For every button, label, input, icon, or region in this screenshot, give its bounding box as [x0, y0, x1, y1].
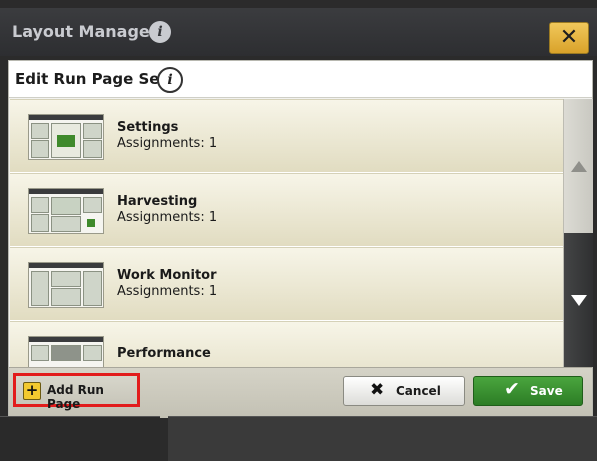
close-button[interactable]: ✕: [549, 22, 589, 54]
scroll-down-button[interactable]: [564, 233, 593, 367]
info-icon[interactable]: i: [157, 67, 183, 93]
run-page-thumbnail: [28, 262, 104, 308]
run-page-list: Settings Assignments: 1 Harvesting Assig…: [10, 99, 563, 367]
app-title: Layout Manager: [12, 22, 158, 41]
scroll-up-icon: [571, 161, 587, 172]
background-panel-right: [168, 416, 597, 461]
add-run-page-button[interactable]: + Add Run Page: [13, 373, 140, 411]
item-name: Performance: [117, 346, 211, 361]
list-item-work-monitor[interactable]: Work Monitor Assignments: 1: [10, 247, 563, 322]
list-item-settings[interactable]: Settings Assignments: 1: [10, 99, 563, 174]
item-name: Harvesting: [117, 194, 198, 209]
edit-run-page-set-dialog: Edit Run Page Set i Settings Assignments…: [8, 60, 593, 418]
add-run-page-label: Add Run Page: [47, 383, 104, 411]
top-bar: Layout Manager i ✕: [0, 8, 597, 56]
scroll-down-icon: [571, 295, 587, 306]
save-button[interactable]: ✔ Save: [473, 376, 583, 406]
run-page-thumbnail: [28, 336, 104, 367]
dialog-title: Edit Run Page Set: [15, 70, 167, 88]
list-item-harvesting[interactable]: Harvesting Assignments: 1: [10, 173, 563, 248]
scrollbar[interactable]: [563, 99, 593, 367]
cancel-button[interactable]: ✖ Cancel: [343, 376, 465, 406]
run-page-thumbnail: [28, 188, 104, 234]
item-name: Settings: [117, 120, 179, 135]
check-icon: ✔: [504, 378, 520, 400]
run-page-thumbnail: [28, 114, 104, 160]
plus-icon: +: [23, 382, 41, 400]
save-label: Save: [530, 384, 563, 398]
cancel-x-icon: ✖: [370, 380, 385, 400]
dialog-header: Edit Run Page Set i: [9, 61, 592, 98]
list-item-performance[interactable]: Performance: [10, 321, 563, 367]
item-assignments: Assignments: 1: [117, 210, 218, 225]
scroll-up-button[interactable]: [564, 99, 593, 233]
dialog-footer: + Add Run Page ✖ Cancel ✔ Save: [9, 367, 592, 418]
info-icon[interactable]: i: [149, 21, 171, 43]
item-assignments: Assignments: 1: [117, 284, 218, 299]
close-icon: ✕: [559, 25, 579, 50]
item-name: Work Monitor: [117, 268, 217, 283]
item-assignments: Assignments: 1: [117, 136, 218, 151]
background-panel-left: [0, 416, 160, 461]
cancel-label: Cancel: [396, 384, 441, 398]
